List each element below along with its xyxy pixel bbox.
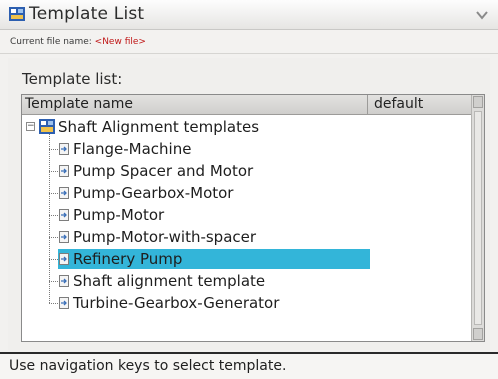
file-info-bar: Current file name: <New file> [0,30,498,54]
column-header-default[interactable]: default [369,95,472,114]
menu-arrow-icon[interactable] [476,10,488,20]
document-arrow-icon [59,275,69,287]
template-row[interactable]: Turbine-Gearbox-Generator [22,292,462,314]
vertical-scrollbar[interactable] [471,95,484,341]
template-name: Pump Spacer and Motor [73,162,254,180]
document-arrow-icon [59,165,69,177]
template-name: Turbine-Gearbox-Generator [73,294,280,312]
template-tree[interactable]: Template name default − Shaft Alignment … [21,94,485,342]
current-file-label: Current file name: <New file> [10,37,146,47]
status-message: Use navigation keys to select template. [9,358,287,374]
template-list-window: Template List Current file name: <New fi… [0,0,498,379]
template-name: Pump-Motor-with-spacer [73,228,257,246]
alignment-app-icon [9,7,25,21]
document-arrow-icon [59,143,69,155]
document-arrow-icon [59,231,69,243]
template-name: Flange-Machine [73,140,192,158]
scroll-thumb[interactable] [474,111,482,325]
scroll-down-arrow-icon[interactable] [473,328,483,340]
tree-root-label: Shaft Alignment templates [58,118,260,136]
current-file-value: <New file> [94,37,146,47]
template-row[interactable]: Refinery Pump [22,248,462,270]
template-name: Pump-Motor [73,206,165,224]
tree-root-row[interactable]: − Shaft Alignment templates [22,116,462,138]
scroll-up-arrow-icon[interactable] [473,96,483,108]
document-arrow-icon [59,209,69,221]
collapse-toggle-icon[interactable]: − [26,122,35,131]
document-arrow-icon [59,187,69,199]
template-name: Refinery Pump [73,250,183,268]
template-name: Shaft alignment template [73,272,266,290]
status-bar: Use navigation keys to select template. [0,352,498,379]
template-name: Pump-Gearbox-Motor [73,184,234,202]
folder-app-icon [39,119,55,134]
template-row[interactable]: Pump-Motor [22,204,462,226]
window-title: Template List [29,4,145,24]
template-row[interactable]: Pump-Motor-with-spacer [22,226,462,248]
template-panel: Template list: Template name default − S… [8,58,490,350]
template-row[interactable]: Pump Spacer and Motor [22,160,462,182]
template-row[interactable]: Shaft alignment template [22,270,462,292]
current-file-label-text: Current file name: [10,37,95,47]
document-arrow-icon [59,297,69,309]
template-list-caption: Template list: [22,70,123,88]
title-bar: Template List [0,0,498,30]
template-row[interactable]: Flange-Machine [22,138,462,160]
column-header-template-name[interactable]: Template name [22,95,368,114]
template-row[interactable]: Pump-Gearbox-Motor [22,182,462,204]
column-header-row: Template name default [22,95,472,115]
document-arrow-icon [59,253,69,265]
